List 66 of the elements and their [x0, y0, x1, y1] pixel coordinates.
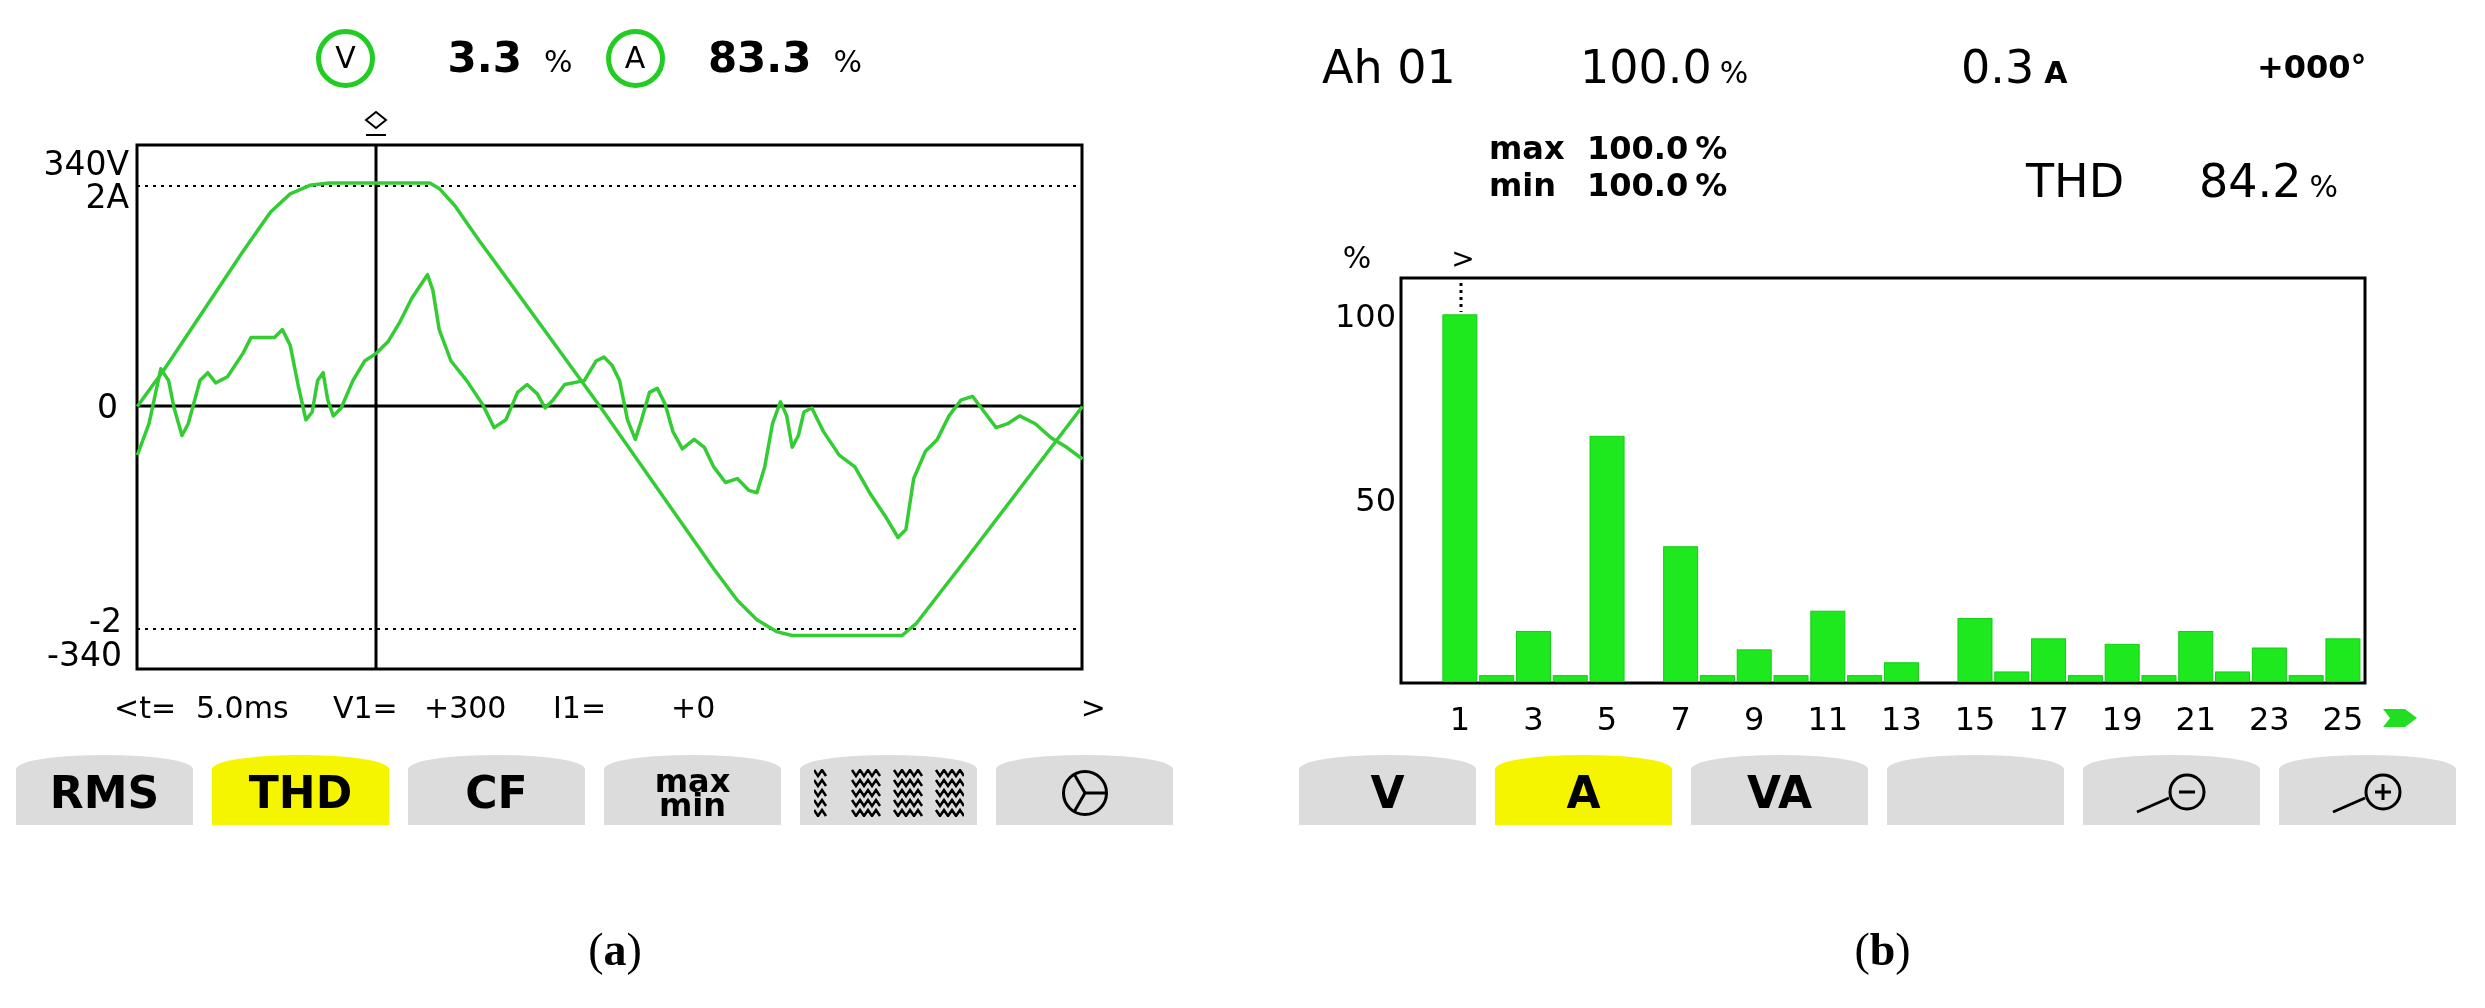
ratio-value: 100.0 — [1580, 44, 1712, 90]
scroll-arrow: > — [1080, 693, 1106, 723]
channel-indicator: A — [605, 28, 665, 88]
unit-label: % — [1695, 130, 1728, 167]
figure-caption: (a) — [588, 924, 642, 975]
extreme-value: 100.0 — [1587, 167, 1689, 204]
axis-tick-label: 100 — [1334, 296, 1396, 335]
axis-tick-label: 5 — [1596, 700, 1618, 738]
extreme-label: min — [1489, 166, 1557, 204]
extreme-value: 100.0 — [1587, 130, 1689, 167]
chevron-icon — [2383, 709, 2417, 727]
cursor-marker-icon — [364, 110, 388, 136]
channel-value: 3.3 — [447, 37, 522, 79]
zoom-out-icon — [2135, 772, 2208, 814]
axis-tick-label: 23 — [2249, 700, 2290, 738]
unit-label: % — [2309, 172, 2338, 202]
channel-value: 83.3 — [707, 37, 812, 79]
figure-caption: (b) — [1854, 924, 1911, 975]
axis-tick-label: 50 — [1355, 480, 1396, 519]
cursor-marker: > — [1451, 242, 1475, 275]
axis-label: % — [1342, 240, 1372, 275]
readout-label: I1= — [553, 690, 607, 725]
readout-value: 5.0ms — [196, 690, 289, 725]
axis-tick-label: 17 — [2028, 700, 2069, 738]
unit-label: % — [1719, 58, 1749, 88]
unit-label: A — [2044, 58, 2068, 88]
softkey-button[interactable] — [800, 755, 977, 825]
softkey-button[interactable] — [2279, 755, 2456, 825]
axis-tick-label: 19 — [2101, 700, 2143, 738]
readout-label: V1= — [333, 690, 398, 725]
softkey-button[interactable]: THD — [212, 755, 389, 825]
unit-label: % — [544, 47, 573, 77]
phase-value: +000° — [2257, 51, 2367, 83]
unit-label: % — [1695, 167, 1728, 204]
current-value: 0.3 — [1961, 44, 2035, 90]
axis-tick-label: 7 — [1670, 700, 1691, 738]
phasor-diagram-icon — [1060, 769, 1109, 817]
channel-indicator: V — [316, 28, 375, 88]
softkey-button[interactable] — [996, 755, 1173, 825]
softkey-button[interactable]: RMS — [16, 755, 193, 825]
softkey-button[interactable] — [2083, 755, 2260, 825]
extreme-label: max — [1489, 129, 1565, 167]
zoom-in-icon — [2331, 772, 2404, 814]
axis-tick-label: 9 — [1744, 700, 1765, 738]
axis-tick-label: 15 — [1954, 700, 1996, 738]
softkey-button[interactable]: VA — [1691, 755, 1868, 825]
axis-tick-label: 21 — [2175, 700, 2217, 738]
softkey-button[interactable]: max min — [604, 755, 781, 825]
softkey-button[interactable]: V — [1299, 755, 1476, 825]
thd-value: 84.2 — [2199, 158, 2302, 204]
wavy-lines-icon — [813, 769, 964, 817]
thd-label: THD — [2026, 154, 2125, 208]
axis-tick-label: 3 — [1523, 700, 1544, 738]
unit-label: % — [833, 47, 863, 77]
readout-value: +0 — [671, 690, 716, 725]
axis-tick-label: 1 — [1449, 700, 1471, 738]
readout-label: <t= — [114, 690, 177, 725]
axis-label: 0 — [97, 387, 118, 426]
axis-tick-label: 25 — [2322, 700, 2364, 738]
axis-tick-label: 11 — [1807, 700, 1849, 738]
softkey-button[interactable]: A — [1495, 755, 1672, 825]
harmonic-label: Ah 01 — [1322, 40, 1456, 94]
softkey-button[interactable]: CF — [408, 755, 585, 825]
cursor-line — [1459, 283, 1463, 312]
axis-tick-label: 13 — [1881, 700, 1922, 738]
readout-value: +300 — [424, 690, 507, 725]
